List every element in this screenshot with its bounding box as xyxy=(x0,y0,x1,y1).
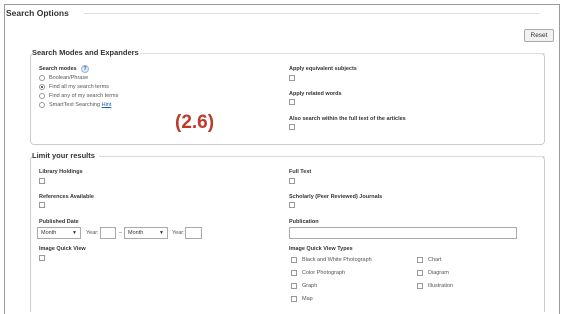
title-divider xyxy=(84,13,539,14)
legend-divider xyxy=(100,156,545,157)
type-label: Diagram xyxy=(428,270,449,276)
full-text-checkbox[interactable] xyxy=(289,178,295,184)
search-modes-fieldset xyxy=(30,53,545,145)
help-icon[interactable]: ? xyxy=(81,65,89,73)
references-available-checkbox[interactable] xyxy=(39,202,45,208)
annotation-label: (2.6) xyxy=(175,112,215,133)
equivalent-subjects-checkbox[interactable] xyxy=(289,75,295,81)
image-quick-view-label: Image Quick View xyxy=(39,246,86,252)
expander-label: Apply related words xyxy=(289,91,342,97)
chevron-down-icon: ▼ xyxy=(159,230,164,236)
bw-photo-checkbox[interactable] xyxy=(291,257,297,263)
radio-find-all[interactable] xyxy=(39,84,45,90)
references-available-label: References Available xyxy=(39,194,94,200)
full-text-search-checkbox[interactable] xyxy=(289,124,295,130)
image-types-label: Image Quick View Types xyxy=(289,246,353,252)
illustration-checkbox[interactable] xyxy=(417,283,423,289)
type-label: Chart xyxy=(428,257,442,263)
expander-label: Apply equivalent subjects xyxy=(289,66,357,72)
limit-results-legend: Limit your results xyxy=(32,151,99,160)
scholarly-checkbox[interactable] xyxy=(289,202,295,208)
diagram-checkbox[interactable] xyxy=(417,270,423,276)
chart-checkbox[interactable] xyxy=(417,257,423,263)
image-quick-view-checkbox[interactable] xyxy=(39,255,45,261)
reset-button[interactable]: Reset xyxy=(524,29,554,42)
end-year-input[interactable] xyxy=(185,227,202,239)
chevron-down-icon: ▼ xyxy=(72,230,77,236)
type-label: Color Photograph xyxy=(302,270,346,276)
color-photo-checkbox[interactable] xyxy=(291,270,297,276)
option-label: Boolean/Phrase xyxy=(49,75,89,81)
option-label: SmartText Searching xyxy=(49,102,101,108)
full-text-label: Full Text xyxy=(289,169,312,175)
page-title: Search Options xyxy=(6,8,69,18)
radio-find-any[interactable] xyxy=(39,93,45,99)
library-holdings-label: Library Holdings xyxy=(39,169,83,175)
year-label: Year: xyxy=(86,230,99,236)
graph-checkbox[interactable] xyxy=(291,283,297,289)
option-label: Find any of my search terms xyxy=(49,93,119,99)
type-label: Map xyxy=(302,296,313,302)
radio-boolean-phrase[interactable] xyxy=(39,75,45,81)
start-month-select[interactable]: Month ▼ xyxy=(37,227,81,239)
smarttext-option: SmartText Searching Hint xyxy=(49,102,111,108)
month-select-value: Month xyxy=(41,230,57,236)
related-words-checkbox[interactable] xyxy=(289,99,295,105)
expander-label: Also search within the full text of the … xyxy=(289,116,406,122)
radio-smarttext[interactable] xyxy=(39,102,45,108)
year-label: Year: xyxy=(172,230,185,236)
legend-divider xyxy=(140,53,545,54)
month-select-value: Month xyxy=(128,230,144,236)
publication-label: Publication xyxy=(289,219,319,225)
search-modes-legend: Search Modes and Expanders xyxy=(32,48,143,57)
option-label: Find all my search terms xyxy=(49,84,109,90)
type-label: Black and White Photograph xyxy=(302,257,372,263)
published-date-label: Published Date xyxy=(39,219,79,225)
end-month-select[interactable]: Month ▼ xyxy=(124,227,168,239)
library-holdings-checkbox[interactable] xyxy=(39,178,45,184)
publication-input[interactable] xyxy=(289,227,517,239)
start-year-input[interactable] xyxy=(100,227,116,239)
type-label: Illustration xyxy=(428,283,454,289)
date-separator: – xyxy=(119,230,123,236)
scholarly-label: Scholarly (Peer Reviewed) Journals xyxy=(289,194,383,200)
search-modes-label: Search modes xyxy=(39,66,77,72)
map-checkbox[interactable] xyxy=(291,296,297,302)
hint-link[interactable]: Hint xyxy=(102,102,112,108)
type-label: Graph xyxy=(302,283,318,289)
